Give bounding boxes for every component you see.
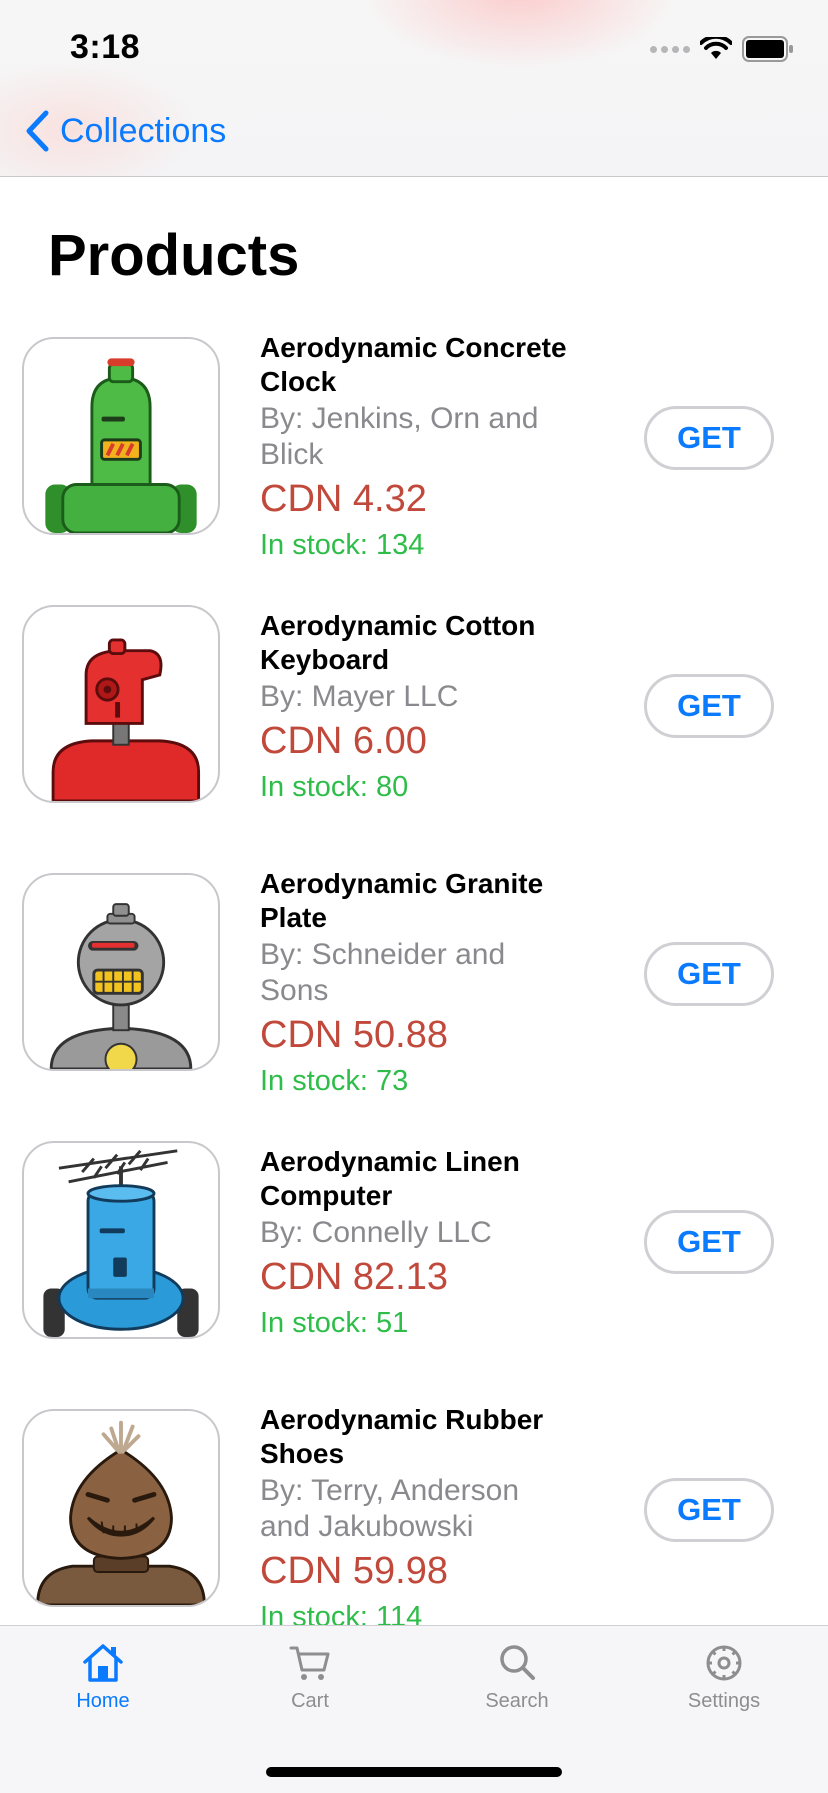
get-button[interactable]: GET — [644, 1210, 774, 1274]
product-vendor: By: Mayer LLC — [260, 680, 459, 713]
battery-icon — [742, 36, 793, 62]
product-info: Aerodynamic Rubber Shoes By: Terry, Ande… — [260, 1403, 570, 1625]
tab-search[interactable]: Search — [447, 1642, 587, 1742]
home-indicator — [266, 1767, 562, 1777]
product-vendor: By: Connelly LLC — [260, 1216, 492, 1249]
get-button[interactable]: GET — [644, 406, 774, 470]
product-price: CDN 59.98 — [260, 1550, 448, 1592]
home-icon — [83, 1644, 123, 1682]
product-info: Aerodynamic Cotton Keyboard By: Mayer LL… — [260, 609, 570, 805]
product-image — [22, 337, 220, 535]
product-name: Aerodynamic Cotton Keyboard — [260, 610, 536, 675]
product-list[interactable]: Aerodynamic Concrete Clock By: Jenkins, … — [0, 335, 828, 1625]
get-button[interactable]: GET — [644, 1478, 774, 1542]
product-image — [22, 605, 220, 803]
list-item[interactable]: Aerodynamic Linen Computer By: Connelly … — [0, 1139, 828, 1407]
chevron-left-icon — [26, 110, 49, 152]
product-stock: In stock: 134 — [260, 529, 425, 561]
product-stock: In stock: 114 — [260, 1601, 423, 1625]
product-vendor: By: Jenkins, Orn and Blick — [260, 402, 539, 471]
tab-label: Home — [76, 1690, 130, 1712]
product-vendor: By: Schneider and Sons — [260, 938, 506, 1007]
page-title: Products — [48, 223, 300, 288]
tab-settings[interactable]: Settings — [654, 1642, 794, 1742]
tab-label: Cart — [291, 1690, 329, 1712]
product-name: Aerodynamic Rubber Shoes — [260, 1404, 544, 1469]
product-name: Aerodynamic Concrete Clock — [260, 335, 567, 397]
product-price: CDN 6.00 — [260, 720, 427, 762]
tab-cart[interactable]: Cart — [240, 1642, 380, 1742]
cart-icon — [289, 1646, 330, 1680]
list-item[interactable]: Aerodynamic Concrete Clock By: Jenkins, … — [0, 335, 828, 603]
back-button[interactable]: Collections — [24, 108, 226, 154]
list-item[interactable]: Aerodynamic Rubber Shoes By: Terry, Ande… — [0, 1404, 828, 1625]
wifi-icon — [700, 37, 732, 59]
tab-label: Settings — [687, 1690, 761, 1712]
tab-home[interactable]: Home — [33, 1642, 173, 1742]
list-item[interactable]: Aerodynamic Granite Plate By: Schneider … — [0, 868, 828, 1139]
product-stock: In stock: 80 — [260, 771, 409, 803]
product-image — [22, 1141, 220, 1339]
tab-label: Search — [485, 1690, 549, 1712]
product-stock: In stock: 73 — [260, 1065, 409, 1097]
product-image — [22, 873, 220, 1071]
product-name: Aerodynamic Granite Plate — [260, 868, 544, 933]
product-name: Aerodynamic Linen Computer — [260, 1146, 520, 1211]
list-item[interactable]: Aerodynamic Cotton Keyboard By: Mayer LL… — [0, 603, 828, 871]
cellular-signal-icon — [650, 45, 690, 53]
search-icon — [500, 1645, 535, 1680]
status-icons — [650, 34, 794, 64]
get-button[interactable]: GET — [644, 942, 774, 1006]
tab-bar: Home Cart Search Settings — [0, 1625, 828, 1793]
product-info: Aerodynamic Concrete Clock By: Jenkins, … — [260, 335, 570, 563]
status-time: 3:18 — [70, 28, 141, 66]
product-stock: In stock: 51 — [260, 1307, 409, 1339]
product-price: CDN 82.13 — [260, 1256, 448, 1298]
back-button-label: Collections — [60, 111, 227, 150]
product-image — [22, 1409, 220, 1607]
background-blur — [360, 0, 680, 70]
get-button[interactable]: GET — [644, 674, 774, 738]
gear-icon — [706, 1645, 742, 1681]
product-info: Aerodynamic Granite Plate By: Schneider … — [260, 867, 570, 1099]
product-price: CDN 50.88 — [260, 1014, 448, 1056]
navigation-bar: 3:18 Collections — [0, 0, 828, 177]
product-vendor: By: Terry, Anderson and Jakubowski — [260, 1474, 520, 1543]
product-price: CDN 4.32 — [260, 478, 427, 520]
product-info: Aerodynamic Linen Computer By: Connelly … — [260, 1145, 570, 1341]
